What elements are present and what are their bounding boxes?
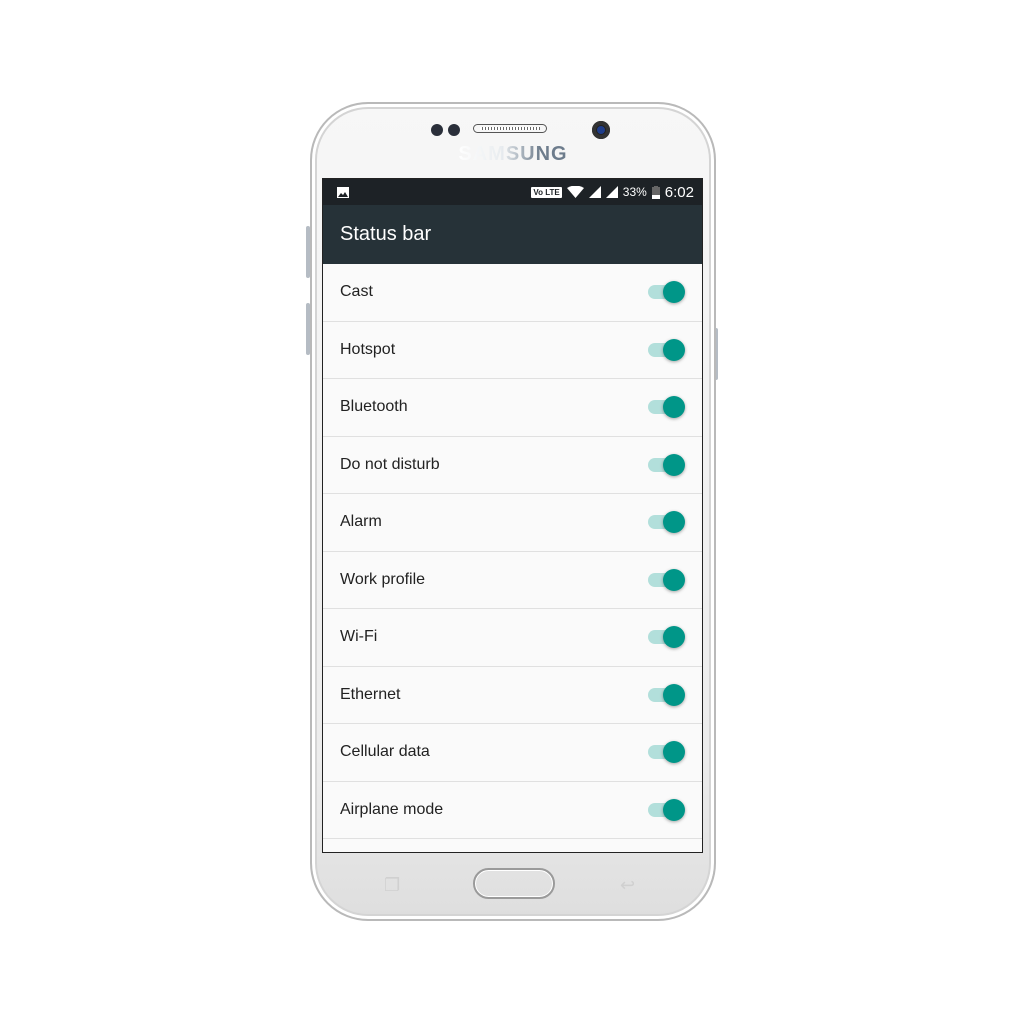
toggle-switch[interactable]	[648, 741, 685, 764]
signal-icon	[588, 186, 601, 198]
toggle-switch[interactable]	[648, 683, 685, 706]
item-label: Hotspot	[340, 340, 396, 358]
brand-logo: SAMSUNG	[458, 143, 568, 165]
home-button[interactable]	[473, 868, 555, 899]
toggle-thumb[interactable]	[663, 741, 685, 764]
app-bar: Status bar	[323, 205, 702, 264]
item-label: Work profile	[340, 570, 426, 588]
toggle-thumb[interactable]	[663, 511, 685, 534]
list-item[interactable]: Work profile	[323, 552, 702, 609]
toggle-thumb[interactable]	[663, 338, 685, 361]
toggle-thumb[interactable]	[663, 396, 685, 419]
recent-apps-icon[interactable]: ❐	[384, 875, 400, 896]
toggle-switch[interactable]	[648, 568, 685, 591]
image-icon	[337, 186, 349, 198]
toggle-switch[interactable]	[648, 511, 685, 534]
toggle-thumb[interactable]	[663, 626, 685, 649]
list-item[interactable]: Cast	[323, 264, 702, 322]
item-label: Cast	[340, 283, 373, 301]
signal-icon	[605, 186, 618, 198]
toggle-switch[interactable]	[648, 281, 685, 304]
toggle-thumb[interactable]	[663, 798, 685, 821]
list-item[interactable]: Alarm	[323, 494, 702, 552]
list-item[interactable]: Do not disturb	[323, 437, 702, 494]
toggle-switch[interactable]	[648, 626, 685, 649]
toggle-switch[interactable]	[648, 798, 685, 821]
list-item[interactable]: Airplane mode	[323, 782, 702, 839]
camera-icon	[592, 121, 610, 139]
toggle-switch[interactable]	[648, 453, 685, 476]
toggle-thumb[interactable]	[663, 281, 685, 304]
page-title: Status bar	[340, 223, 432, 245]
list-item[interactable]: Cellular data	[323, 724, 702, 782]
settings-list: Cast Hotspot Bluetooth Do not disturb Al…	[323, 264, 702, 839]
item-label: Bluetooth	[340, 398, 408, 416]
speaker-grille	[473, 124, 547, 133]
item-label: Alarm	[340, 513, 382, 531]
battery-icon	[651, 185, 660, 199]
sensor-icon	[448, 124, 460, 136]
toggle-switch[interactable]	[648, 338, 685, 361]
list-item[interactable]: Bluetooth	[323, 379, 702, 437]
item-label: Ethernet	[340, 685, 401, 703]
battery-percent: 33%	[622, 185, 647, 199]
status-bar: Vo LTE 33% 6:02	[323, 179, 702, 205]
toggle-thumb[interactable]	[663, 453, 685, 476]
clock: 6:02	[664, 183, 694, 201]
list-item[interactable]: Wi-Fi	[323, 609, 702, 667]
volte-icon: Vo LTE	[531, 186, 562, 198]
back-icon[interactable]: ↩	[620, 875, 635, 896]
list-item[interactable]: Ethernet	[323, 667, 702, 724]
item-label: Do not disturb	[340, 455, 440, 473]
wifi-icon	[566, 186, 584, 198]
item-label: Cellular data	[340, 743, 430, 761]
list-item[interactable]: Hotspot	[323, 322, 702, 379]
screen: Vo LTE 33% 6:02 Status bar Cast Hotspot …	[322, 178, 703, 853]
toggle-thumb[interactable]	[663, 568, 685, 591]
toggle-thumb[interactable]	[663, 683, 685, 706]
toggle-switch[interactable]	[648, 396, 685, 419]
sensor-icon	[431, 124, 443, 136]
item-label: Airplane mode	[340, 800, 444, 818]
item-label: Wi-Fi	[340, 628, 378, 646]
